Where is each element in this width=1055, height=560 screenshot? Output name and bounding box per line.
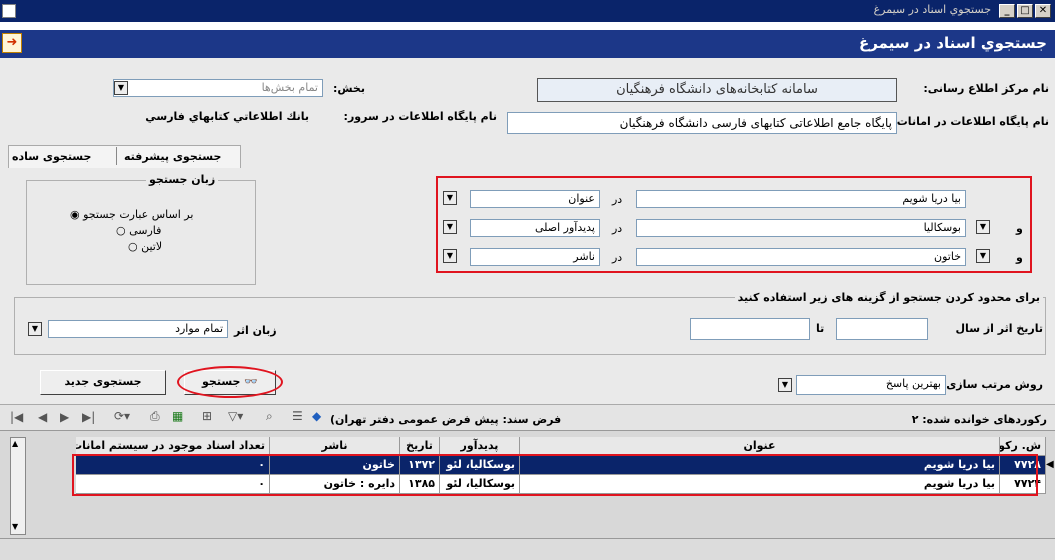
filter-icon[interactable]: ▽▾ [228,409,243,423]
server-db-label: نام پایگاه اطلاعات در سرور: [343,110,497,123]
section-select[interactable]: تمام بخش‌ها [113,79,323,97]
lang-option-latin[interactable]: لاتین ○ [128,240,162,253]
sort-select[interactable]: بهترین پاسخ [796,375,946,395]
scroll-up-icon[interactable]: ▲ [12,439,18,448]
search-term-3[interactable]: خاتون [636,248,966,266]
records-read-label: رکوردهای خوانده شده: ۲ [911,413,1047,426]
maximize-button[interactable]: □ [1017,4,1033,18]
default-doc-label: فرض سند: پیش فرض عمومی دفتر تهران) [330,413,562,426]
date-from-input[interactable] [836,318,928,340]
search-field-3-dropdown-icon[interactable]: ▼ [443,249,457,263]
radio-icon: ○ [116,224,126,237]
search-field-3[interactable]: ناشر [470,248,600,266]
first-record-icon[interactable]: |◀ [10,410,23,424]
search-field-1[interactable]: عنوان [470,190,600,208]
language-group-title: زبان جستجو [146,173,219,186]
close-button[interactable]: ✕ [1035,4,1051,18]
scroll-down-icon[interactable]: ▼ [12,522,18,531]
tab-simple-search[interactable]: جستجوی ساده [12,150,91,163]
sort-dropdown-icon[interactable]: ▼ [778,378,792,392]
new-search-button[interactable]: جستجوی جدید [40,370,166,395]
header-title: جستجوي اسناد در سيمرغ [858,34,1047,52]
search-op-3: و [1016,251,1023,264]
zoom-icon[interactable]: ⌕ [266,409,273,424]
print-icon[interactable]: ⎙ [150,409,160,424]
lang-option-persian[interactable]: فارسی ○ [116,224,161,237]
section-label: بخش: [332,82,365,95]
work-lang-select[interactable]: تمام موارد [48,320,228,338]
section-value: تمام بخش‌ها [261,81,318,94]
center-field: سامانه کتابخانه‌های دانشگاه فرهنگیان [537,78,897,102]
search-op-2-dropdown-icon[interactable]: ▼ [976,220,990,234]
search-in-2: در [612,222,623,235]
tab-divider [116,147,117,165]
search-field-2[interactable]: پدیدآور اصلی [470,219,600,237]
results-highlight [72,454,1038,496]
db-field: پایگاه جامع اطلاعاتی کتابهای فارسی دانشگ… [507,112,897,134]
search-button-highlight [177,366,283,398]
next-record-icon[interactable]: ▶ [60,410,69,424]
radio-icon: ○ [128,240,138,253]
search-field-2-dropdown-icon[interactable]: ▼ [443,220,457,234]
search-op-3-dropdown-icon[interactable]: ▼ [976,249,990,263]
app-icon [2,4,16,18]
db-label: نام پایگاه اطلاعات در امانات: [892,115,1049,128]
prev-record-icon[interactable]: ◀ [38,410,47,424]
date-from-label: تاریخ اثر از سال [955,322,1043,335]
last-record-icon[interactable]: ▶| [82,410,95,424]
sort-label: روش مرتب سازی [946,378,1043,391]
center-label: نام مرکز اطلاع رسانی: [923,82,1049,95]
exit-icon[interactable]: ➜ [2,33,22,53]
list-add-icon[interactable]: ☰ [292,409,303,423]
app-header: ➜ جستجوي اسناد در سيمرغ [0,30,1055,58]
search-op-2: و [1016,222,1023,235]
row-selector-icon: ◀ [1046,459,1054,470]
section-dropdown-icon[interactable]: ▼ [114,81,128,95]
work-lang-label: زبان اثر [234,324,277,337]
excel-icon[interactable]: ▦ [172,409,183,423]
search-in-3: در [612,251,623,264]
vertical-scrollbar[interactable] [10,437,26,535]
radio-selected-icon: ◉ [70,208,80,221]
search-term-2[interactable]: بوسکالیا [636,219,966,237]
grid-footer [0,538,1055,560]
tab-advanced-search[interactable]: جستجوی پیشرفته [124,150,221,163]
search-term-1[interactable]: بیا دریا شویم [636,190,966,208]
minimize-button[interactable]: _ [999,4,1015,18]
window-title: جستجوي اسناد در سيمرغ [873,3,991,16]
lang-option-by-term[interactable]: بر اساس عبارت جستجو ◉ [70,208,193,221]
work-lang-dropdown-icon[interactable]: ▼ [28,322,42,336]
date-to-input[interactable] [690,318,810,340]
limits-title: برای محدود کردن جستجو از گزینه های زیر ا… [734,291,1043,304]
cube-icon[interactable]: ◆ [312,409,321,423]
refresh-icon[interactable]: ⟳▾ [114,409,130,423]
server-db-value: بانك اطلاعاتي كتابهاي فارسي [145,110,309,123]
window-titlebar: جستجوي اسناد در سيمرغ _ □ ✕ [0,0,1055,22]
search-in-1: در [612,193,623,206]
search-field-1-dropdown-icon[interactable]: ▼ [443,191,457,205]
date-to-label: تا [816,322,825,335]
columns-icon[interactable]: ⊞ [202,409,212,423]
